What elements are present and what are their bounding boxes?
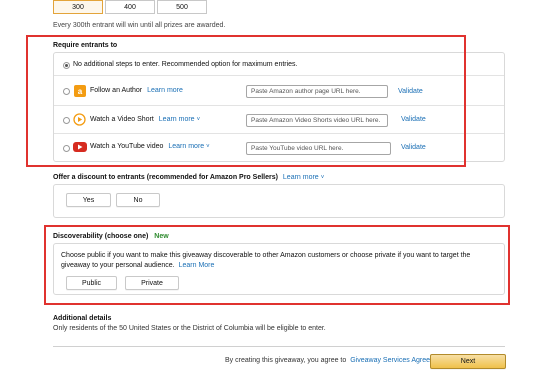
additional-details-title: Additional details bbox=[53, 315, 112, 322]
divider bbox=[53, 346, 505, 347]
learn-more-text: Learn more bbox=[282, 174, 319, 181]
discount-yes-button[interactable]: Yes bbox=[66, 193, 111, 207]
entrant-option-500[interactable]: 500 bbox=[157, 0, 207, 14]
discount-title: Offer a discount to entrants (recommende… bbox=[53, 174, 324, 181]
agree-text: By creating this giveaway, you agree to bbox=[225, 357, 347, 364]
discount-title-text: Offer a discount to entrants (recommende… bbox=[53, 174, 278, 181]
entrant-option-400[interactable]: 400 bbox=[105, 0, 155, 14]
entrant-option-300[interactable]: 300 bbox=[53, 0, 103, 14]
chevron-down-icon: ˅ bbox=[320, 175, 325, 181]
highlight-discoverability bbox=[44, 225, 510, 305]
highlight-require-entrants bbox=[26, 35, 466, 167]
additional-details-text: Only residents of the 50 United States o… bbox=[53, 325, 326, 332]
agreement-text: By creating this giveaway, you agree to … bbox=[225, 357, 446, 364]
next-button[interactable]: Next bbox=[430, 354, 506, 369]
discount-learn-more[interactable]: Learn more ˅ bbox=[283, 174, 324, 181]
entrant-note: Every 300th entrant will win until all p… bbox=[53, 22, 226, 29]
discount-no-button[interactable]: No bbox=[116, 193, 160, 207]
